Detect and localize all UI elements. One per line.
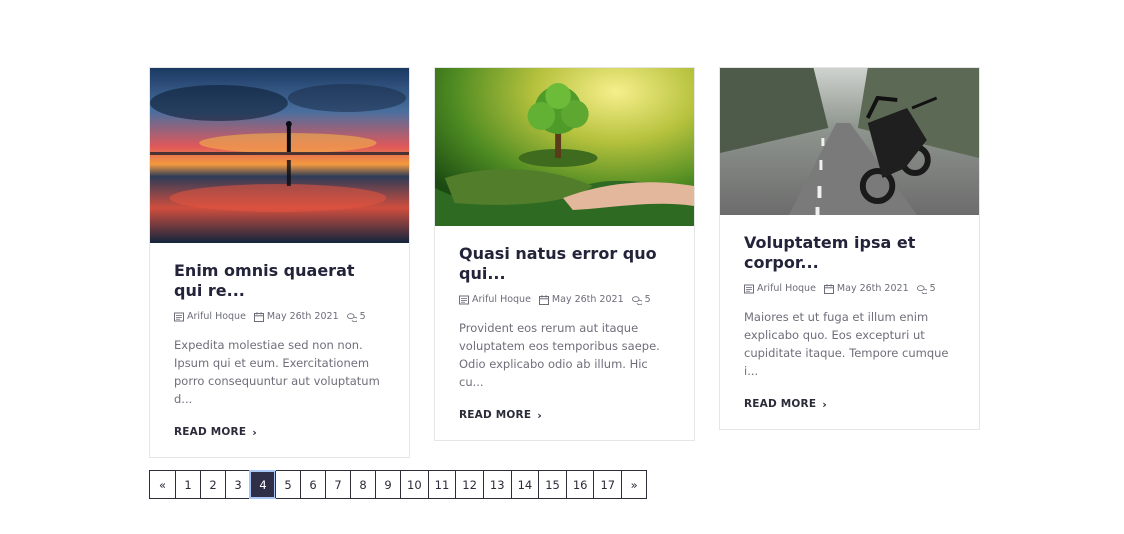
page-12[interactable]: 12 bbox=[455, 471, 483, 498]
comments-meta: 5 bbox=[916, 283, 936, 294]
card-2-body: Quasi natus error quo qui... Ariful Hoqu… bbox=[435, 226, 694, 440]
post-date: May 26th 2021 bbox=[266, 311, 339, 322]
pagination-next[interactable]: » bbox=[621, 471, 647, 498]
page-5[interactable]: 5 bbox=[275, 471, 300, 498]
card-excerpt: Provident eos rerum aut itaque voluptate… bbox=[459, 321, 660, 389]
comments-icon bbox=[346, 312, 357, 322]
page-2[interactable]: 2 bbox=[200, 471, 225, 498]
page-3[interactable]: 3 bbox=[225, 471, 250, 498]
blog-card-2: Quasi natus error quo qui... Ariful Hoqu… bbox=[434, 67, 695, 441]
comment-count: 5 bbox=[929, 283, 936, 294]
comments-icon bbox=[631, 295, 642, 305]
card-title[interactable]: Enim omnis quaerat qui re... bbox=[174, 261, 385, 301]
calendar-icon bbox=[823, 283, 834, 294]
blog-grid-page: Enim omnis quaerat qui re... Ariful Hoqu… bbox=[0, 0, 1124, 534]
calendar-icon bbox=[253, 311, 264, 322]
card-1-image[interactable] bbox=[150, 68, 409, 243]
card-1-body: Enim omnis quaerat qui re... Ariful Hoqu… bbox=[150, 243, 409, 457]
read-more-label: READ MORE bbox=[459, 409, 532, 421]
card-2-image[interactable] bbox=[435, 68, 694, 226]
comment-count: 5 bbox=[644, 294, 651, 305]
page-17[interactable]: 17 bbox=[593, 471, 622, 498]
list-icon bbox=[174, 312, 184, 321]
chevron-right-icon: › bbox=[537, 408, 542, 422]
author-meta: Ariful Hoque bbox=[744, 283, 816, 294]
page-1[interactable]: 1 bbox=[175, 471, 200, 498]
author-meta: Ariful Hoque bbox=[459, 294, 531, 305]
page-8[interactable]: 8 bbox=[350, 471, 375, 498]
read-more-link[interactable]: READ MORE › bbox=[459, 409, 542, 422]
card-meta: Ariful Hoque May 26th 2021 5 bbox=[459, 294, 670, 305]
pagination-prev[interactable]: « bbox=[150, 471, 175, 498]
comment-count: 5 bbox=[359, 311, 366, 322]
read-more-label: READ MORE bbox=[744, 398, 817, 410]
author-name[interactable]: Ariful Hoque bbox=[472, 294, 531, 305]
comments-meta: 5 bbox=[631, 294, 651, 305]
page-7[interactable]: 7 bbox=[325, 471, 350, 498]
post-date: May 26th 2021 bbox=[836, 283, 909, 294]
card-meta: Ariful Hoque May 26th 2021 5 bbox=[174, 311, 385, 322]
page-13[interactable]: 13 bbox=[482, 471, 511, 498]
card-3-body: Voluptatem ipsa et corpor... Ariful Hoqu… bbox=[720, 215, 979, 429]
date-meta: May 26th 2021 bbox=[823, 283, 909, 294]
card-meta: Ariful Hoque May 26th 2021 5 bbox=[744, 283, 955, 294]
comments-icon bbox=[916, 284, 927, 294]
card-title[interactable]: Quasi natus error quo qui... bbox=[459, 244, 670, 284]
chevron-right-icon: › bbox=[822, 397, 827, 411]
read-more-link[interactable]: READ MORE › bbox=[174, 426, 257, 439]
pagination: « 1 2 3 4 5 6 7 8 9 10 11 12 13 14 15 16… bbox=[149, 470, 648, 499]
read-more-label: READ MORE bbox=[174, 426, 247, 438]
read-more-link[interactable]: READ MORE › bbox=[744, 398, 827, 411]
post-date: May 26th 2021 bbox=[551, 294, 624, 305]
list-icon bbox=[744, 284, 754, 293]
author-meta: Ariful Hoque bbox=[174, 311, 246, 322]
card-3-image[interactable] bbox=[720, 68, 979, 215]
chevron-right-icon: › bbox=[252, 425, 257, 439]
page-4-active[interactable]: 4 bbox=[249, 470, 276, 499]
author-name[interactable]: Ariful Hoque bbox=[757, 283, 816, 294]
page-16[interactable]: 16 bbox=[565, 471, 594, 498]
card-excerpt: Maiores et ut fuga et illum enim explica… bbox=[744, 310, 949, 378]
card-excerpt: Expedita molestiae sed non non. Ipsum qu… bbox=[174, 338, 380, 406]
blog-card-1: Enim omnis quaerat qui re... Ariful Hoqu… bbox=[149, 67, 410, 458]
list-icon bbox=[459, 295, 469, 304]
date-meta: May 26th 2021 bbox=[538, 294, 624, 305]
page-11[interactable]: 11 bbox=[427, 471, 456, 498]
blog-card-3: Voluptatem ipsa et corpor... Ariful Hoqu… bbox=[719, 67, 980, 430]
calendar-icon bbox=[538, 294, 549, 305]
author-name[interactable]: Ariful Hoque bbox=[187, 311, 246, 322]
page-14[interactable]: 14 bbox=[510, 471, 539, 498]
page-15[interactable]: 15 bbox=[538, 471, 566, 498]
date-meta: May 26th 2021 bbox=[253, 311, 339, 322]
page-9[interactable]: 9 bbox=[375, 471, 400, 498]
page-10[interactable]: 10 bbox=[400, 471, 428, 498]
comments-meta: 5 bbox=[346, 311, 366, 322]
card-title[interactable]: Voluptatem ipsa et corpor... bbox=[744, 233, 955, 273]
page-6[interactable]: 6 bbox=[300, 471, 325, 498]
